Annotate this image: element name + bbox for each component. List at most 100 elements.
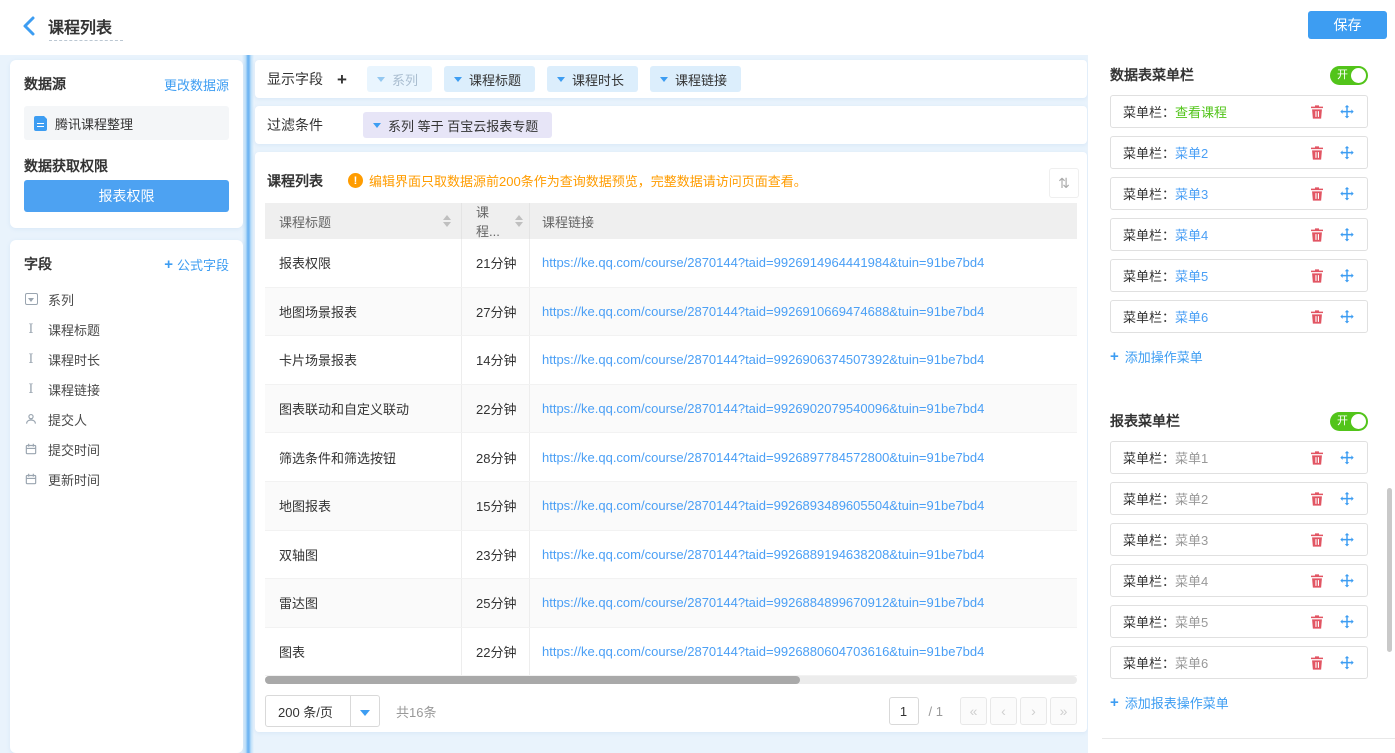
menu-item[interactable]: 菜单栏：菜单2 [1110, 136, 1368, 169]
course-link[interactable]: https://ke.qq.com/course/2870144?taid=99… [542, 450, 984, 465]
field-item-update-time[interactable]: 更新时间 [24, 464, 233, 494]
page-number-input[interactable] [889, 697, 919, 725]
menu-item-value[interactable]: 菜单2 [1175, 143, 1208, 162]
change-datasource-link[interactable]: 更改数据源 [164, 75, 229, 94]
trash-icon[interactable] [1309, 227, 1325, 243]
move-icon[interactable] [1339, 491, 1355, 507]
course-link[interactable]: https://ke.qq.com/course/2870144?taid=99… [542, 352, 984, 367]
menu-item[interactable]: 菜单栏：菜单5 [1110, 259, 1368, 292]
last-page-button[interactable]: » [1050, 697, 1077, 725]
sort-icon[interactable] [443, 215, 451, 227]
add-formula-field-link[interactable]: + 公式字段 [164, 255, 229, 274]
add-action-menu-link[interactable]: + 添加操作菜单 [1110, 347, 1368, 366]
course-link[interactable]: https://ke.qq.com/course/2870144?taid=99… [542, 547, 984, 562]
course-link[interactable]: https://ke.qq.com/course/2870144?taid=99… [542, 498, 984, 513]
move-icon[interactable] [1339, 227, 1355, 243]
display-field-tag-course-duration[interactable]: 课程时长 [547, 66, 638, 92]
field-item-course-title[interactable]: I 课程标题 [24, 314, 233, 344]
menu-item[interactable]: 菜单栏：查看课程 [1110, 95, 1368, 128]
move-icon[interactable] [1339, 104, 1355, 120]
move-icon[interactable] [1339, 614, 1355, 630]
column-header-course-title[interactable]: 课程标题 [265, 203, 462, 239]
next-page-button[interactable]: › [1020, 697, 1047, 725]
datatable-menu-toggle[interactable]: 开 [1330, 66, 1368, 85]
menu-item-value[interactable]: 菜单2 [1175, 489, 1208, 508]
menu-item-value[interactable]: 菜单6 [1175, 307, 1208, 326]
trash-icon[interactable] [1309, 309, 1325, 325]
trash-icon[interactable] [1309, 491, 1325, 507]
menu-item[interactable]: 菜单栏：菜单1 [1110, 441, 1368, 474]
course-link[interactable]: https://ke.qq.com/course/2870144?taid=99… [542, 644, 984, 659]
field-item-course-duration[interactable]: I 课程时长 [24, 344, 233, 374]
trash-icon[interactable] [1309, 532, 1325, 548]
menu-item[interactable]: 菜单栏：菜单4 [1110, 218, 1368, 251]
report-menu-toggle[interactable]: 开 [1330, 412, 1368, 431]
back-icon[interactable] [18, 14, 42, 38]
menu-item-value[interactable]: 菜单1 [1175, 448, 1208, 467]
trash-icon[interactable] [1309, 450, 1325, 466]
course-title-cell: 地图场景报表 [265, 288, 462, 336]
move-icon[interactable] [1339, 450, 1355, 466]
menu-item[interactable]: 菜单栏：菜单3 [1110, 177, 1368, 210]
move-icon[interactable] [1339, 309, 1355, 325]
add-display-field-icon[interactable]: + [337, 71, 347, 88]
menu-item[interactable]: 菜单栏：菜单5 [1110, 605, 1368, 638]
menu-item-value[interactable]: 菜单3 [1175, 530, 1208, 549]
panel-divider-scrollbar[interactable] [242, 55, 254, 753]
menu-item[interactable]: 菜单栏：菜单6 [1110, 646, 1368, 679]
sort-icon[interactable] [515, 215, 523, 227]
datasource-item[interactable]: 腾讯课程整理 [24, 106, 229, 140]
filter-condition-tag[interactable]: 系列 等于 百宝云报表专题 [363, 112, 552, 138]
column-header-course-duration[interactable]: 课程... [462, 203, 530, 239]
course-link[interactable]: https://ke.qq.com/course/2870144?taid=99… [542, 255, 984, 270]
menu-item-value[interactable]: 查看课程 [1175, 102, 1227, 121]
title-underline [49, 40, 123, 41]
menu-item-value[interactable]: 菜单4 [1175, 571, 1208, 590]
datatable-menu-section: 数据表菜单栏 开 菜单栏：查看课程 菜单栏：菜单2 [1110, 63, 1368, 366]
move-icon[interactable] [1339, 268, 1355, 284]
filter-card: 过滤条件 系列 等于 百宝云报表专题 [255, 106, 1087, 144]
display-field-tag-course-title[interactable]: 课程标题 [444, 66, 535, 92]
course-link[interactable]: https://ke.qq.com/course/2870144?taid=99… [542, 304, 984, 319]
trash-icon[interactable] [1309, 573, 1325, 589]
horizontal-scrollbar-track[interactable] [265, 676, 1077, 684]
save-button[interactable]: 保存 [1308, 11, 1387, 39]
report-permission-button[interactable]: 报表权限 [24, 180, 229, 212]
menu-item[interactable]: 菜单栏：菜单6 [1110, 300, 1368, 333]
trash-icon[interactable] [1309, 186, 1325, 202]
menu-item-value[interactable]: 菜单3 [1175, 184, 1208, 203]
menu-item[interactable]: 菜单栏：菜单3 [1110, 523, 1368, 556]
menu-item[interactable]: 菜单栏：菜单2 [1110, 482, 1368, 515]
add-report-action-menu-link[interactable]: + 添加报表操作菜单 [1110, 693, 1368, 712]
course-link[interactable]: https://ke.qq.com/course/2870144?taid=99… [542, 595, 984, 610]
horizontal-scrollbar-thumb[interactable] [265, 676, 800, 684]
page-size-select[interactable]: 200 条/页 [265, 695, 380, 727]
display-field-tag-course-link[interactable]: 课程链接 [650, 66, 741, 92]
tag-label: 课程时长 [572, 70, 624, 89]
first-page-button[interactable]: « [960, 697, 987, 725]
trash-icon[interactable] [1309, 614, 1325, 630]
move-icon[interactable] [1339, 532, 1355, 548]
field-item-series[interactable]: 系列 [24, 284, 233, 314]
trash-icon[interactable] [1309, 268, 1325, 284]
menu-item-value[interactable]: 菜单5 [1175, 612, 1208, 631]
menu-item[interactable]: 菜单栏：菜单4 [1110, 564, 1368, 597]
trash-icon[interactable] [1309, 655, 1325, 671]
field-item-course-link[interactable]: I 课程链接 [24, 374, 233, 404]
field-item-submit-time[interactable]: 提交时间 [24, 434, 233, 464]
move-icon[interactable] [1339, 655, 1355, 671]
field-item-submitter[interactable]: 提交人 [24, 404, 233, 434]
move-icon[interactable] [1339, 145, 1355, 161]
vertical-scrollbar-thumb[interactable] [1387, 488, 1392, 652]
column-order-button[interactable]: ⇅ [1049, 168, 1079, 198]
trash-icon[interactable] [1309, 145, 1325, 161]
menu-item-value[interactable]: 菜单6 [1175, 653, 1208, 672]
menu-item-value[interactable]: 菜单4 [1175, 225, 1208, 244]
trash-icon[interactable] [1309, 104, 1325, 120]
display-field-tag-series[interactable]: 系列 [367, 66, 432, 92]
course-link[interactable]: https://ke.qq.com/course/2870144?taid=99… [542, 401, 984, 416]
move-icon[interactable] [1339, 573, 1355, 589]
menu-item-value[interactable]: 菜单5 [1175, 266, 1208, 285]
prev-page-button[interactable]: ‹ [990, 697, 1017, 725]
move-icon[interactable] [1339, 186, 1355, 202]
